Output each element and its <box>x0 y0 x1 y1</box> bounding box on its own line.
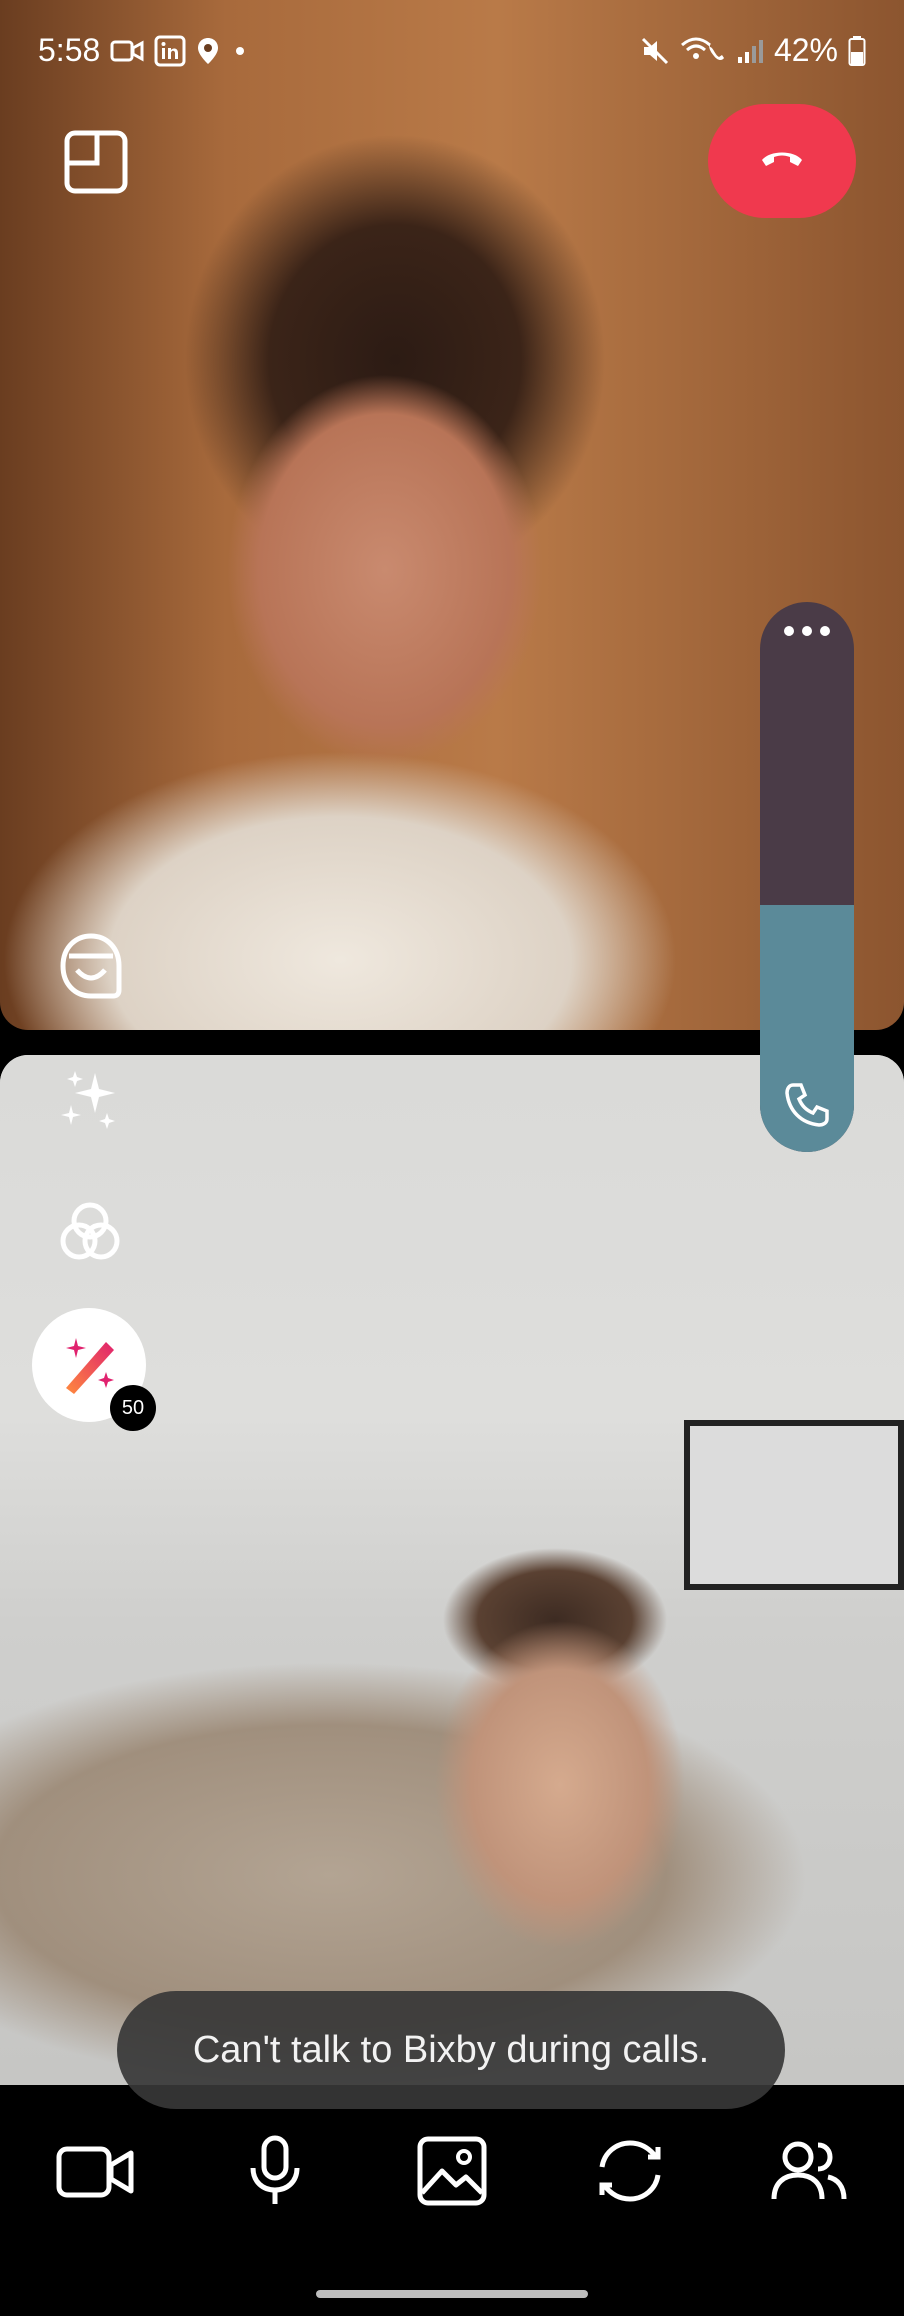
linkedin-icon <box>154 35 186 67</box>
status-time: 5:58 <box>38 32 101 68</box>
video-call-icon <box>110 38 144 64</box>
battery-percent: 42% <box>773 32 838 68</box>
people-icon <box>768 2139 848 2208</box>
more-options-button[interactable] <box>760 624 854 643</box>
effects-count-badge: 50 <box>110 1385 156 1431</box>
image-icon <box>416 2135 488 2212</box>
home-indicator[interactable] <box>316 2290 588 2298</box>
local-video-scene <box>0 1055 904 2085</box>
color-filter-icon <box>55 1197 125 1272</box>
sparkle-effects-button[interactable] <box>50 1066 130 1138</box>
camera-toggle-button[interactable] <box>45 2128 145 2218</box>
microphone-icon <box>245 2134 305 2213</box>
more-dots-icon <box>782 624 832 643</box>
participants-button[interactable] <box>758 2128 858 2218</box>
share-image-button[interactable] <box>402 2128 502 2218</box>
end-call-button[interactable] <box>708 104 856 218</box>
wall-picture <box>684 1420 904 1590</box>
location-icon <box>196 36 220 66</box>
layout-icon <box>63 129 129 200</box>
video-camera-icon <box>55 2139 135 2208</box>
microphone-toggle-button[interactable] <box>225 2128 325 2218</box>
volume-slider[interactable] <box>760 602 854 1152</box>
avatar-face-icon <box>55 930 127 1007</box>
sparkles-icon <box>55 1065 125 1140</box>
color-filter-button[interactable] <box>50 1196 130 1272</box>
switch-camera-icon <box>592 2135 668 2212</box>
status-bar: 5:58 42% <box>0 0 904 110</box>
dot-icon <box>230 41 250 61</box>
hang-up-icon <box>760 148 804 175</box>
local-video-feed[interactable] <box>0 1055 904 2085</box>
audio-call-button[interactable] <box>760 1081 854 1134</box>
magic-wand-icon <box>54 1328 124 1403</box>
mute-icon <box>640 36 670 66</box>
wifi-calling-icon <box>680 35 726 67</box>
layout-toggle-button[interactable] <box>56 124 136 204</box>
avatar-button[interactable] <box>48 925 134 1011</box>
switch-camera-button[interactable] <box>580 2128 680 2218</box>
battery-icon <box>848 35 866 67</box>
phone-icon <box>783 1081 831 1134</box>
bixby-toast: Can't talk to Bixby during calls. <box>117 1991 785 2109</box>
signal-icon <box>736 37 764 65</box>
